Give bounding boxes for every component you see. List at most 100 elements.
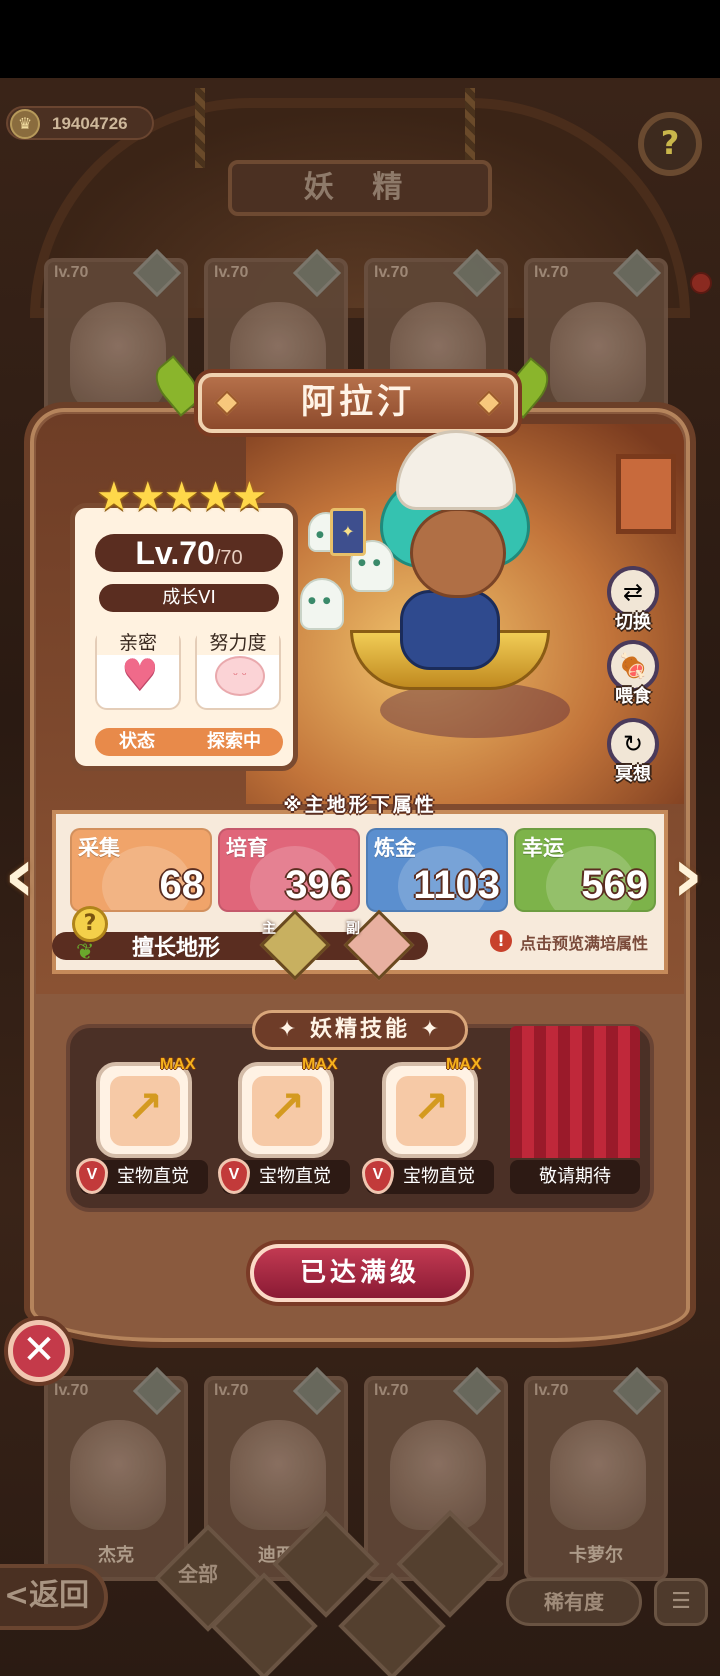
attr-value: 68 [159,863,205,907]
fairy-info-card: Lv.70/70 成长VI 亲密 ♥ 努力度 ᵕ ᵕ 状态 探索中 [70,503,298,771]
intimacy-box[interactable]: 亲密 ♥ [95,628,181,710]
attribute-title: ※主地形下属性 [283,794,437,816]
terrain-main-tag: 主 [262,921,276,937]
meditate-label: 冥想 [615,764,651,785]
skill-tile: ↗ [382,1062,478,1158]
terrain-label: 擅长地形 [132,936,221,961]
level-value: Lv.70 [135,535,215,571]
card-level: lv.70 [54,1382,89,1399]
meditate-button[interactable]: ↻ 冥想 [604,718,662,786]
attr-name: 采集 [78,836,120,860]
coin-value: 19404726 [52,114,128,133]
fairy-portrait [390,1420,486,1530]
close-icon[interactable]: ✕ [8,1320,70,1382]
character-shadow [380,682,570,738]
treasure-bag-icon: ↗ [396,1076,466,1146]
treasure-bag-icon: ↗ [252,1076,322,1146]
status-bar-area [0,0,720,78]
fairy-name: 阿拉汀 [301,382,415,422]
rope [195,88,205,168]
attr-gather: 采集 68 [70,828,212,912]
character-turban [396,430,516,510]
max-level-button[interactable]: 已达满级 [250,1244,470,1302]
room-window [616,454,676,534]
card-level: lv.70 [54,264,89,281]
card-level: lv.70 [214,1382,249,1399]
fairy-card[interactable]: lv.70 卡萝尔 [524,1366,668,1581]
locked-skill-curtain [510,1026,640,1158]
card-name: 卡萝尔 [569,1545,623,1566]
skill-slot[interactable]: ↗ MAX 宝物直觉 V [362,1050,498,1198]
prev-fairy-arrow[interactable]: ‹ [4,830,48,920]
card-level: lv.70 [374,264,409,281]
attr-value: 569 [581,863,648,907]
attr-value: 1103 [413,863,500,907]
coin-counter: ♛ 19404726 [6,106,154,140]
status-bar: 状态 探索中 [95,728,283,756]
attr-name: 培育 [226,836,268,860]
level-max: /70 [214,547,243,569]
effort-box[interactable]: 努力度 ᵕ ᵕ [195,628,281,710]
switch-label: 切换 [615,612,651,633]
level-bar: Lv.70/70 [95,534,283,572]
card-level: lv.70 [534,264,569,281]
fairy-portrait [230,1420,326,1530]
skill-slot[interactable]: ↗ MAX 宝物直觉 V [76,1050,212,1198]
preview-link[interactable]: 点击预览满培属性 [520,930,648,954]
card-level: lv.70 [214,264,249,281]
filter-all-label: 全部 [178,1562,218,1586]
sprout-icon: ❦ [76,940,95,965]
question-plant-icon[interactable]: ? [638,112,702,176]
element-badge-icon [292,1366,342,1416]
treasure-bag-icon: ↗ [110,1076,180,1146]
card-level: lv.70 [374,1382,409,1399]
element-badge-icon [612,1366,662,1416]
rope [465,88,475,168]
skill-tile: ↗ [238,1062,334,1158]
heart-icon: ♥ [121,650,159,699]
next-fairy-arrow[interactable]: › [672,830,716,920]
attr-value: 396 [285,863,352,907]
card-icon: ✦ [330,508,366,556]
fairy-card[interactable]: lv.70 杰克 [44,1366,188,1581]
card-level: lv.70 [534,1382,569,1399]
alert-icon: ! [490,930,512,952]
element-badge-icon [452,1366,502,1416]
star-rating: ★★★★★ [96,474,267,520]
terrain-sub-tag: 副 [346,921,360,937]
skills-title: ✦ 妖精技能 ✦ [252,1010,468,1050]
crown-coin-icon: ♛ [10,109,40,139]
skill-slot[interactable]: ↗ MAX 宝物直觉 V [218,1050,354,1198]
attr-name: 炼金 [374,836,416,860]
question-plant-icon[interactable]: ? [72,906,108,942]
effort-face-icon: ᵕ ᵕ [215,656,265,696]
skill-tile: ↗ [96,1062,192,1158]
rarity-sort-button[interactable]: 稀有度 [506,1578,642,1626]
status-key: 状态 [119,731,155,752]
character-face [410,508,506,598]
back-label: 返回 [29,1578,90,1613]
sort-list-icon[interactable]: ☰ [654,1578,708,1626]
fairy-portrait [550,1420,646,1530]
max-badge: MAX [302,1056,338,1073]
feed-button[interactable]: 🍖 喂食 [604,640,662,708]
feed-label: 喂食 [615,686,651,707]
gem-icon [214,390,240,416]
gem-icon [476,390,502,416]
status-value: 探索中 [207,731,261,752]
locked-skill-label: 敬请期待 [510,1160,640,1194]
element-badge-icon [132,1366,182,1416]
attr-alchemy: 炼金 1103 [366,828,508,912]
max-badge: MAX [446,1056,482,1073]
character-body [400,590,500,670]
fairy-portrait [70,1420,166,1530]
notification-dot [690,272,712,294]
fairy-portrait [70,302,166,412]
attr-luck: 幸运 569 [514,828,656,912]
fairy-name-plaque: 阿拉汀 [198,373,518,433]
effort-label: 努力度 [197,628,279,655]
max-badge: MAX [160,1056,196,1073]
fairy-portrait [550,302,646,412]
back-button[interactable]: <返回 [0,1564,108,1630]
switch-button[interactable]: ⇄ 切换 [604,566,662,634]
